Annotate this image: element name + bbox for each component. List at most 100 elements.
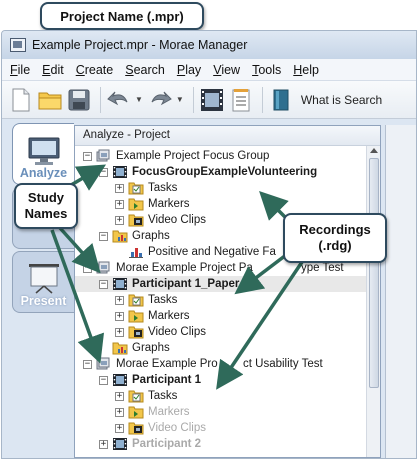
- menu-search[interactable]: Search: [125, 63, 165, 77]
- tree-row-label: Markers: [148, 198, 190, 210]
- tree-row-label: Graphs: [132, 230, 170, 242]
- expand-icon[interactable]: +: [115, 391, 124, 401]
- collapse-icon[interactable]: −: [99, 231, 108, 241]
- collapse-icon[interactable]: −: [83, 263, 92, 273]
- tree-row-label: Participant 1_Paper: [132, 278, 240, 290]
- redo-icon[interactable]: [147, 87, 173, 113]
- toolbar: ▼ ▼ What is Search: [2, 81, 416, 119]
- project-name-callout: Project Name (.mpr): [40, 2, 204, 39]
- markers-folder-icon: [128, 405, 144, 419]
- tree-row-label: Video Clips: [148, 422, 206, 434]
- tab-present-label: Present: [20, 294, 67, 308]
- study-names-callout-line2: Names: [24, 206, 68, 221]
- expand-icon[interactable]: +: [115, 327, 124, 337]
- study-icon: [96, 357, 112, 371]
- recordings-callout: Recordings (.rdg): [283, 213, 387, 263]
- tree-row[interactable]: − FocusGroupExampleVolunteering: [75, 164, 380, 180]
- tree-row-label: Tasks: [148, 294, 178, 306]
- search-book-icon[interactable]: [268, 87, 294, 113]
- expand-icon[interactable]: +: [115, 423, 124, 433]
- tab-analyze[interactable]: Analyze: [12, 123, 74, 185]
- menu-help[interactable]: Help: [293, 63, 319, 77]
- tree-row[interactable]: + Video Clips: [75, 420, 380, 436]
- tree-row[interactable]: − Participant 1_Paper: [75, 276, 380, 292]
- tree-row[interactable]: − Morae Example Pro ct Usability Test: [75, 356, 380, 372]
- tree-row[interactable]: + Markers: [75, 196, 380, 212]
- expand-icon[interactable]: +: [115, 215, 124, 225]
- markers-folder-icon: [128, 197, 144, 211]
- undo-icon[interactable]: [106, 87, 132, 113]
- tree-row[interactable]: − Example Project Focus Group: [75, 148, 380, 164]
- tree-row-label: Markers: [148, 310, 190, 322]
- bar-chart-icon: [128, 245, 144, 259]
- recording-icon: [112, 277, 128, 291]
- tree-row-label-tail: ype Test: [301, 262, 344, 274]
- graphs-folder-icon: [112, 341, 128, 355]
- video-clips-folder-icon: [128, 213, 144, 227]
- study-names-callout-line1: Study: [27, 190, 65, 205]
- expand-icon[interactable]: +: [115, 407, 124, 417]
- menu-create[interactable]: Create: [76, 63, 114, 77]
- video-clips-folder-icon: [128, 421, 144, 435]
- new-file-icon[interactable]: [8, 87, 34, 113]
- tree-row-label: Markers: [148, 406, 190, 418]
- expand-icon[interactable]: +: [115, 183, 124, 193]
- tree-row[interactable]: − Participant 1: [75, 372, 380, 388]
- tree-row[interactable]: + Markers: [75, 308, 380, 324]
- redo-dropdown-icon[interactable]: ▼: [176, 95, 184, 104]
- tree-row-label: Tasks: [148, 182, 178, 194]
- tasks-folder-icon: [128, 389, 144, 403]
- menu-tools[interactable]: Tools: [252, 63, 281, 77]
- tree-scrollbar[interactable]: [366, 146, 380, 457]
- menu-play[interactable]: Play: [177, 63, 201, 77]
- collapse-icon[interactable]: −: [99, 167, 108, 177]
- tree-row[interactable]: + Participant 2: [75, 436, 380, 452]
- tab-analyze-label: Analyze: [19, 166, 68, 180]
- study-names-callout: Study Names: [14, 183, 78, 229]
- project-tree: − Example Project Focus Group − FocusGroupE…: [75, 146, 380, 452]
- tab-present[interactable]: Present: [12, 251, 74, 313]
- tree-row[interactable]: + Tasks: [75, 180, 380, 196]
- panel-title: Analyze - Project: [75, 126, 380, 146]
- collapse-icon[interactable]: −: [99, 279, 108, 289]
- tree-row-label: FocusGroupExampleVolunteering: [132, 166, 318, 178]
- collapse-icon[interactable]: −: [83, 359, 92, 369]
- expand-icon[interactable]: +: [115, 199, 124, 209]
- title-bar: Example Project.mpr - Morae Manager: [2, 31, 416, 59]
- tree-row[interactable]: + Video Clips: [75, 324, 380, 340]
- collapse-icon[interactable]: −: [99, 375, 108, 385]
- tasks-folder-icon: [128, 181, 144, 195]
- menu-edit[interactable]: Edit: [42, 63, 64, 77]
- menu-bar: File Edit Create Search Play View Tools …: [2, 59, 416, 81]
- recordings-callout-line2: (.rdg): [318, 238, 352, 253]
- recordings-callout-line1: Recordings: [299, 222, 371, 237]
- expand-icon[interactable]: +: [115, 311, 124, 321]
- expand-icon[interactable]: +: [99, 439, 108, 449]
- tree-row-label: Graphs: [132, 342, 170, 354]
- notes-icon[interactable]: [228, 87, 254, 113]
- tree-row[interactable]: + Tasks: [75, 292, 380, 308]
- tree-row-label: Morae Example Pro: [116, 358, 218, 370]
- monitor-icon: [28, 137, 59, 165]
- undo-dropdown-icon[interactable]: ▼: [135, 95, 143, 104]
- collapse-icon[interactable]: −: [83, 151, 92, 161]
- tree-row-label-tail: ct Usability Test: [243, 358, 323, 370]
- tree-row[interactable]: + Tasks: [75, 388, 380, 404]
- save-icon[interactable]: [66, 87, 92, 113]
- right-pane: [385, 125, 416, 458]
- study-icon: [96, 261, 112, 275]
- study-icon: [96, 149, 112, 163]
- menu-view[interactable]: View: [213, 63, 240, 77]
- menu-file[interactable]: File: [10, 63, 30, 77]
- open-folder-icon[interactable]: [37, 87, 63, 113]
- recording-icon: [112, 437, 128, 451]
- scroll-up-arrow-icon[interactable]: [370, 148, 378, 153]
- video-icon[interactable]: [199, 87, 225, 113]
- scroll-thumb[interactable]: [369, 158, 379, 388]
- search-label[interactable]: What is Search: [301, 93, 382, 107]
- expand-icon[interactable]: +: [115, 295, 124, 305]
- tree-row[interactable]: Graphs: [75, 340, 380, 356]
- tree-row-label: Participant 1: [132, 374, 202, 386]
- tree-row[interactable]: + Markers: [75, 404, 380, 420]
- recording-icon: [112, 165, 128, 179]
